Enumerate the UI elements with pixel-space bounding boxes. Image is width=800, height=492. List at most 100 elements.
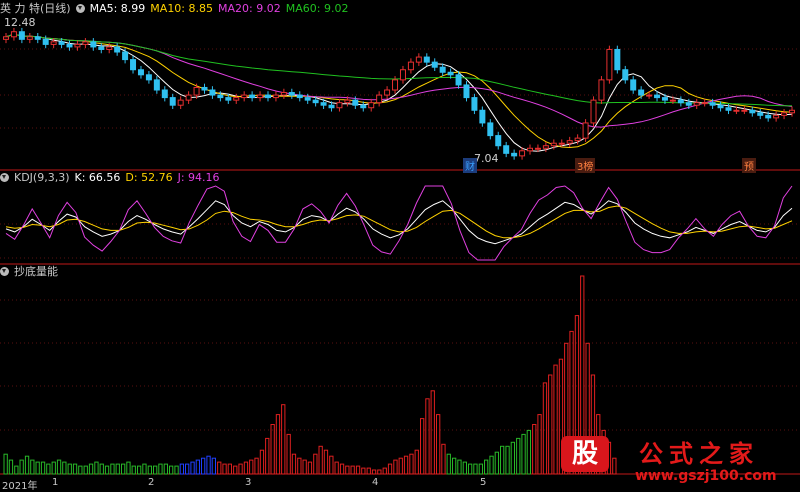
volume-bar [211, 457, 216, 475]
forecast-marker[interactable]: 预 [742, 158, 756, 173]
candle-body [511, 152, 518, 157]
volume-bar [259, 449, 265, 475]
volume-bar [19, 459, 24, 475]
candle-body [622, 69, 629, 81]
volume-header: 抄底量能 [0, 264, 58, 278]
candle-body [479, 109, 486, 124]
candle-body [685, 102, 692, 106]
candle-body [137, 69, 144, 76]
candle-body [352, 99, 359, 106]
volume-bar [334, 461, 339, 475]
main-chart-header: 英 力 特(日线) MA5: 8.99 MA10: 8.85 MA20: 9.0… [0, 1, 348, 16]
candle-body [741, 109, 748, 112]
volume-bar [8, 459, 14, 475]
candle-body [550, 142, 557, 147]
volume-bar [345, 465, 350, 475]
candle-body [50, 41, 57, 45]
candle-body [185, 94, 192, 101]
candle-body [527, 147, 533, 152]
volume-bar [420, 418, 425, 475]
candle-body [66, 43, 73, 48]
volume-bar [457, 459, 462, 475]
volume-bar [286, 433, 291, 475]
earnings-marker[interactable]: 财 [463, 158, 477, 173]
candle-body [542, 145, 549, 149]
candle-body [217, 94, 224, 99]
stock-chart[interactable] [0, 0, 800, 490]
volume-bar [163, 463, 168, 475]
volume-bar [542, 382, 548, 475]
candle-body [606, 48, 613, 81]
volume-bar [403, 455, 409, 475]
high-price-annotation: 12.48 [4, 16, 36, 29]
candle-body [288, 92, 295, 96]
candle-body [669, 99, 676, 102]
candle-body [638, 89, 645, 96]
volume-bar [281, 404, 286, 475]
candle-body [614, 48, 621, 71]
volume-bar [51, 461, 56, 475]
x-axis-month-5: 5 [480, 477, 487, 488]
volume-bar [46, 463, 51, 475]
volume-bar [478, 463, 484, 475]
stock-name: 英 力 特(日线) [0, 2, 71, 15]
candle-body [654, 94, 661, 99]
volume-bar [158, 463, 163, 475]
kdj-title: KDJ(9,3,3) [14, 170, 70, 184]
volume-bar [174, 465, 179, 475]
candle-body [3, 36, 9, 40]
candle-body [26, 36, 33, 40]
candle-body [392, 79, 399, 91]
candle-body [590, 99, 597, 124]
volume-bar [62, 461, 67, 475]
volume-bar [88, 463, 94, 475]
candle-body [225, 97, 232, 101]
watermark-site-name: 公式之家 [639, 440, 759, 468]
candle-body [344, 99, 351, 104]
candle-body [407, 61, 414, 71]
volume-bar [179, 463, 184, 475]
candle-body [503, 145, 510, 154]
volume-bar [521, 433, 526, 475]
volume-bar [361, 467, 366, 475]
volume-bar [318, 445, 323, 475]
candle-body [328, 104, 335, 109]
volume-title: 抄底量能 [14, 265, 58, 278]
candle-body [82, 41, 89, 45]
candle-body [257, 94, 264, 99]
volume-bar [414, 449, 419, 475]
volume-bar [329, 455, 334, 475]
volume-bar [350, 465, 355, 475]
candle-body [368, 102, 375, 109]
volume-bar [452, 457, 457, 475]
volume-bar [510, 441, 516, 475]
x-axis-month-4: 4 [372, 477, 379, 488]
volume-bar [473, 463, 478, 475]
volume-bar [227, 463, 232, 475]
volume-bar [393, 459, 398, 475]
volume-bar [468, 463, 473, 475]
volume-bar [537, 414, 542, 475]
candle-body [646, 94, 653, 97]
volume-bar [297, 457, 302, 475]
volume-bar [185, 463, 190, 475]
grid-lines [0, 48, 800, 475]
ma10-label: MA10: 8.85 [150, 1, 214, 15]
volume-bar [35, 461, 40, 475]
candle-body [415, 56, 422, 63]
ranking-marker[interactable]: 3榜 [575, 158, 596, 173]
volume-bar [382, 467, 387, 475]
volume-bar [484, 459, 489, 475]
volume-menu-icon[interactable] [0, 266, 9, 276]
x-axis-month-1: 1 [52, 477, 59, 488]
candle-body [265, 94, 271, 99]
candle-body [272, 94, 279, 99]
candle-body [34, 36, 41, 40]
candle-body [360, 104, 367, 109]
candle-body [145, 74, 152, 81]
volume-bar [494, 451, 500, 475]
kdj-j-line [5, 185, 793, 261]
candle-body [566, 140, 573, 144]
kdj-menu-icon[interactable] [0, 172, 9, 182]
indicator-menu-icon[interactable] [75, 3, 85, 13]
